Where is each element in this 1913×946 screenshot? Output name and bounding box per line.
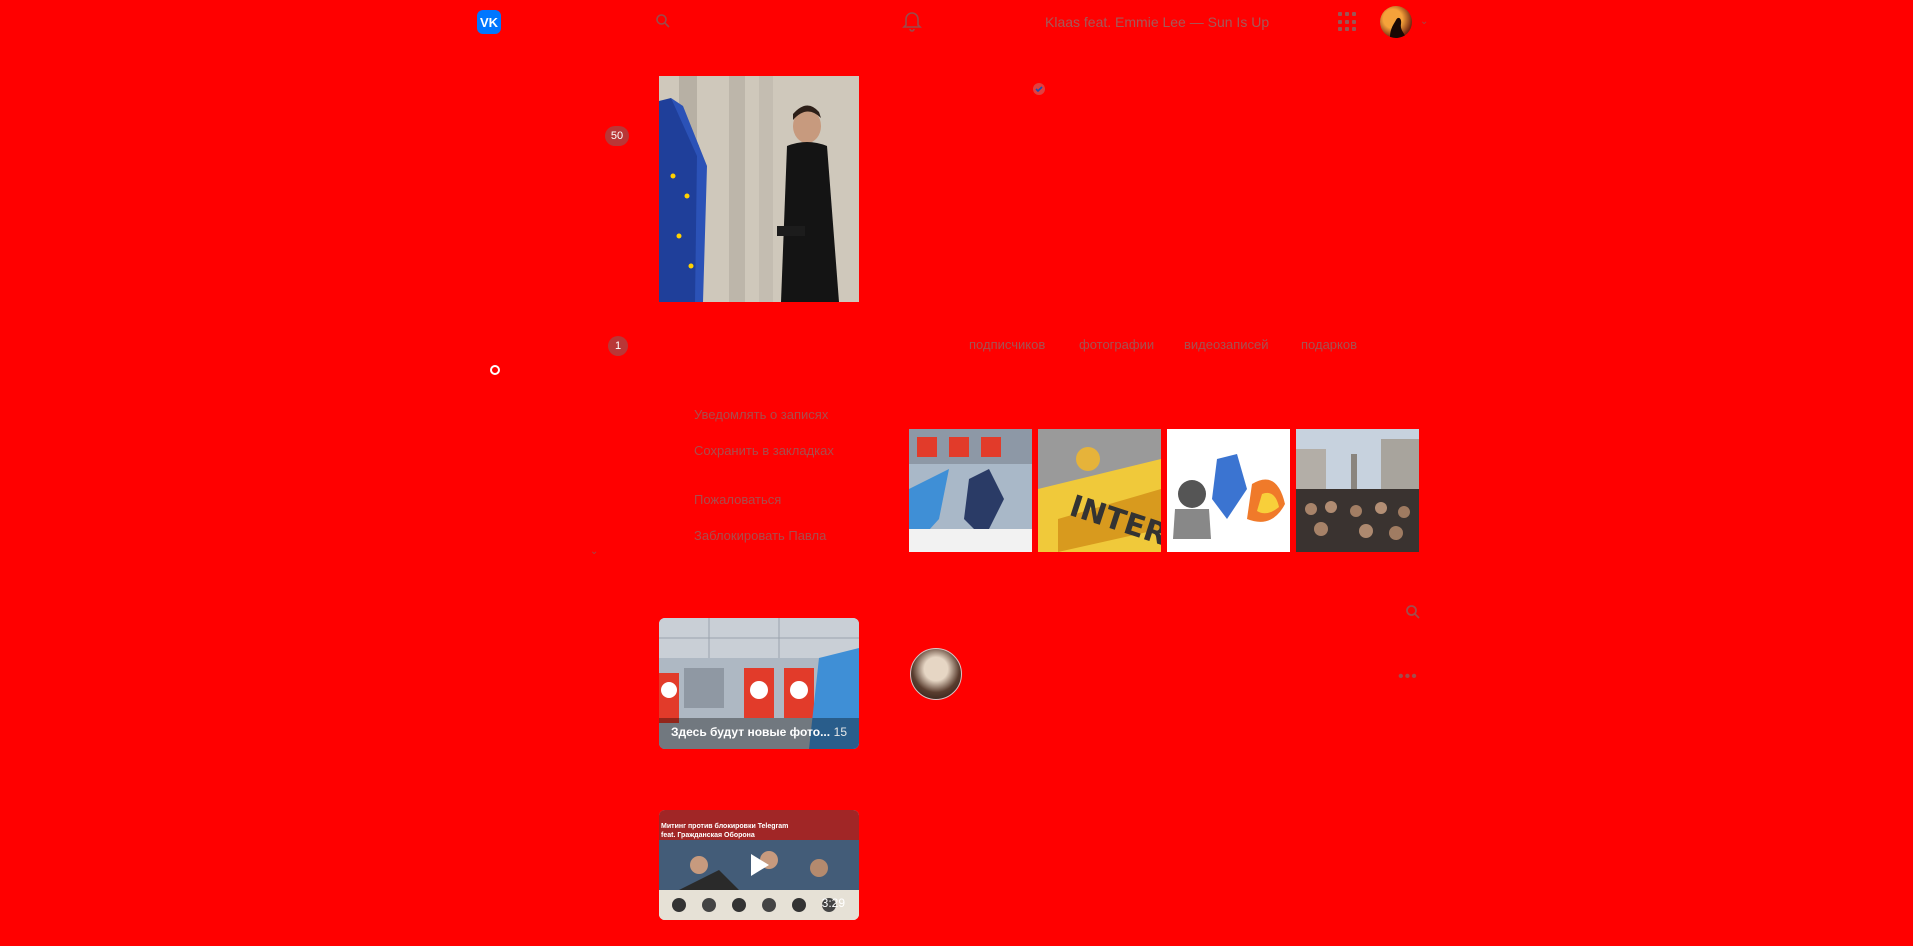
- save-bookmark-item[interactable]: Сохранить в закладках: [694, 443, 834, 458]
- chevron-down-icon[interactable]: ⌄: [1420, 16, 1428, 27]
- album-count: 15: [833, 725, 847, 739]
- videos-counter[interactable]: видеозаписей: [1184, 337, 1269, 352]
- post-author-avatar[interactable]: [910, 648, 962, 700]
- photo-thumbnail[interactable]: [909, 429, 1032, 552]
- photo-thumbnail[interactable]: INTERN: [1038, 429, 1161, 552]
- verified-icon: [1033, 82, 1045, 100]
- video-title: Митинг против блокировки Telegram: [661, 823, 789, 830]
- post-more-icon[interactable]: •••: [1398, 668, 1418, 686]
- photo-thumbnail[interactable]: [1167, 429, 1290, 552]
- notify-posts-item[interactable]: Уведомлять о записях: [694, 407, 828, 422]
- wall-search-icon[interactable]: [1405, 604, 1421, 625]
- photo-album-card[interactable]: Здесь будут новые фото... 15: [659, 618, 859, 749]
- video-duration: 3:29: [821, 896, 845, 910]
- video-subtitle: feat. Гражданская Оборона: [661, 832, 755, 839]
- report-item[interactable]: Пожаловаться: [694, 492, 781, 507]
- vk-logo[interactable]: VK: [477, 10, 501, 34]
- gifts-counter[interactable]: подарков: [1301, 337, 1357, 352]
- counter-badge: 1: [608, 336, 628, 356]
- play-icon[interactable]: [743, 850, 773, 885]
- video-card[interactable]: Митинг против блокировки Telegram feat. …: [659, 810, 859, 920]
- photo-thumbnail[interactable]: [1296, 429, 1419, 552]
- profile-photo[interactable]: [659, 76, 859, 302]
- settings-dot-icon[interactable]: [490, 365, 500, 375]
- block-user-item[interactable]: Заблокировать Павла: [694, 528, 826, 543]
- user-avatar[interactable]: [1380, 6, 1412, 38]
- photos-counter[interactable]: фотографии: [1079, 337, 1154, 352]
- now-playing-track[interactable]: Klaas feat. Emmie Lee — Sun Is Up: [1045, 14, 1269, 30]
- search-icon[interactable]: [655, 13, 671, 34]
- apps-grid-icon[interactable]: [1338, 12, 1358, 32]
- notifications-bell-icon[interactable]: [902, 10, 922, 37]
- album-title: Здесь будут новые фото...: [671, 725, 831, 739]
- followers-counter[interactable]: подписчиков: [969, 337, 1045, 352]
- more-chevron-icon[interactable]: ⌄: [590, 546, 598, 557]
- messages-badge: 50: [605, 126, 629, 146]
